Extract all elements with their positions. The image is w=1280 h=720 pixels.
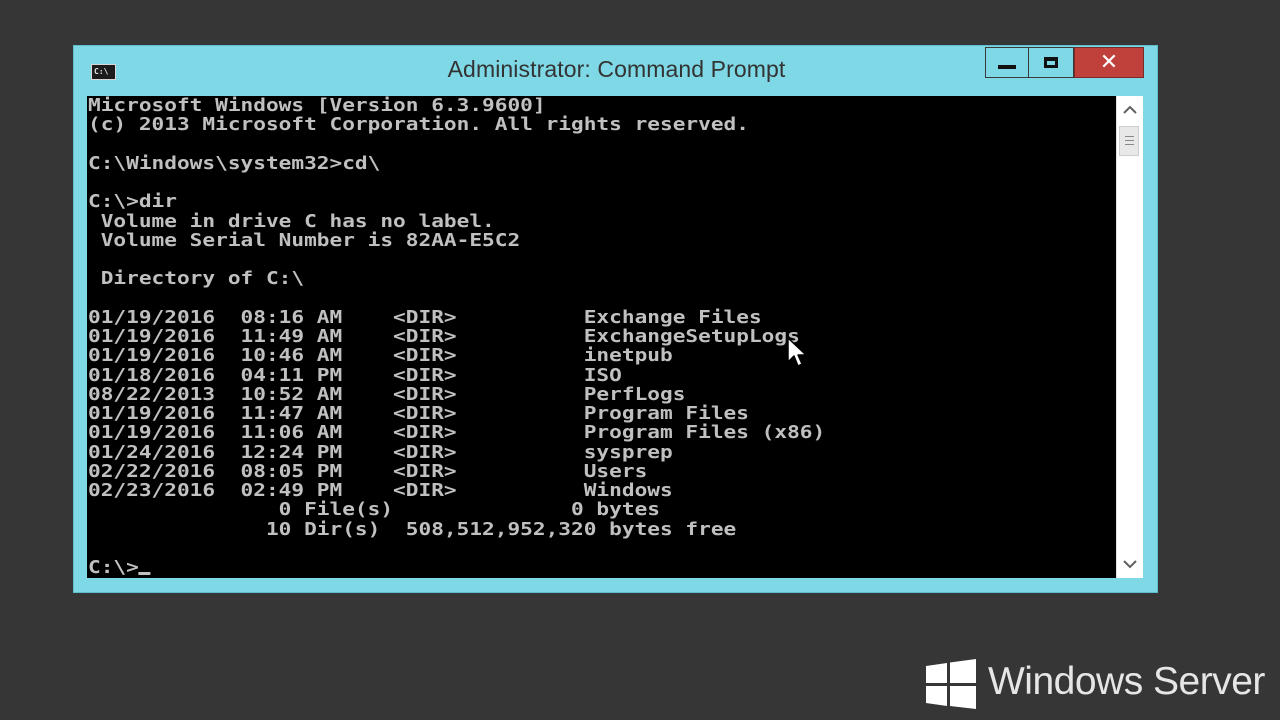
mouse-pointer-icon <box>787 337 807 367</box>
windows-logo-icon <box>926 659 976 709</box>
console-line: 01/19/2016 11:06 AM <DIR> Program Files … <box>88 423 826 444</box>
windows-server-text: Windows Server <box>988 660 1265 703</box>
console-line: 01/19/2016 11:49 AM <DIR> ExchangeSetupL… <box>88 327 800 347</box>
console-line: 01/18/2016 04:11 PM <DIR> ISO <box>88 365 622 386</box>
close-button[interactable]: ✕ <box>1074 47 1144 78</box>
command-prompt-window[interactable]: C:\ Administrator: Command Prompt ✕ Micr… <box>73 45 1158 593</box>
console-line: 10 Dir(s) 508,512,952,320 bytes free <box>265 519 737 540</box>
console-line: Directory of C:\ <box>100 269 305 290</box>
console-line: 0 File(s) 0 bytes <box>278 500 660 521</box>
minimize-icon <box>998 65 1016 69</box>
console-output[interactable]: Microsoft Windows [Version 6.3.9600] (c)… <box>87 96 1116 578</box>
scroll-down-icon[interactable] <box>1117 552 1143 576</box>
console-line: 01/24/2016 12:24 PM <DIR> sysprep <box>88 442 673 463</box>
title-bar[interactable]: C:\ Administrator: Command Prompt ✕ <box>74 46 1157 96</box>
vertical-scrollbar[interactable] <box>1116 96 1143 578</box>
console-line: 01/19/2016 11:47 AM <DIR> Program Files <box>88 404 749 424</box>
console-line: C:\>dir <box>88 192 177 213</box>
console-text: Microsoft Windows [Version 6.3.9600] (c)… <box>88 96 825 578</box>
command-prompt: C:\> <box>88 558 139 578</box>
text-cursor <box>138 572 151 575</box>
scroll-up-icon[interactable] <box>1117 98 1143 122</box>
close-icon: ✕ <box>1099 50 1119 75</box>
console-line: Volume in drive C has no label. <box>100 211 495 232</box>
console-line: 01/19/2016 08:16 AM <DIR> Exchange Files <box>88 307 762 328</box>
scroll-thumb[interactable] <box>1119 126 1139 156</box>
console-line: Volume Serial Number is 82AA-E5C2 <box>100 230 521 251</box>
console-line: 02/22/2016 08:05 PM <DIR> Users <box>88 461 648 482</box>
maximize-button[interactable] <box>1028 47 1074 78</box>
console-lines: Microsoft Windows [Version 6.3.9600] (c)… <box>88 96 825 540</box>
console-line: 08/22/2013 10:52 AM <DIR> PerfLogs <box>88 384 686 405</box>
console-line: C:\Windows\system32>cd\ <box>88 153 381 174</box>
console-line: Microsoft Windows [Version 6.3.9600] <box>88 96 546 116</box>
console-line: (c) 2013 Microsoft Corporation. All righ… <box>88 115 749 136</box>
console-line: 01/19/2016 10:46 AM <DIR> inetpub <box>88 346 673 367</box>
maximize-icon <box>1044 57 1058 68</box>
minimize-button[interactable] <box>985 47 1028 78</box>
console-line: 02/23/2016 02:49 PM <DIR> Windows <box>88 481 673 501</box>
